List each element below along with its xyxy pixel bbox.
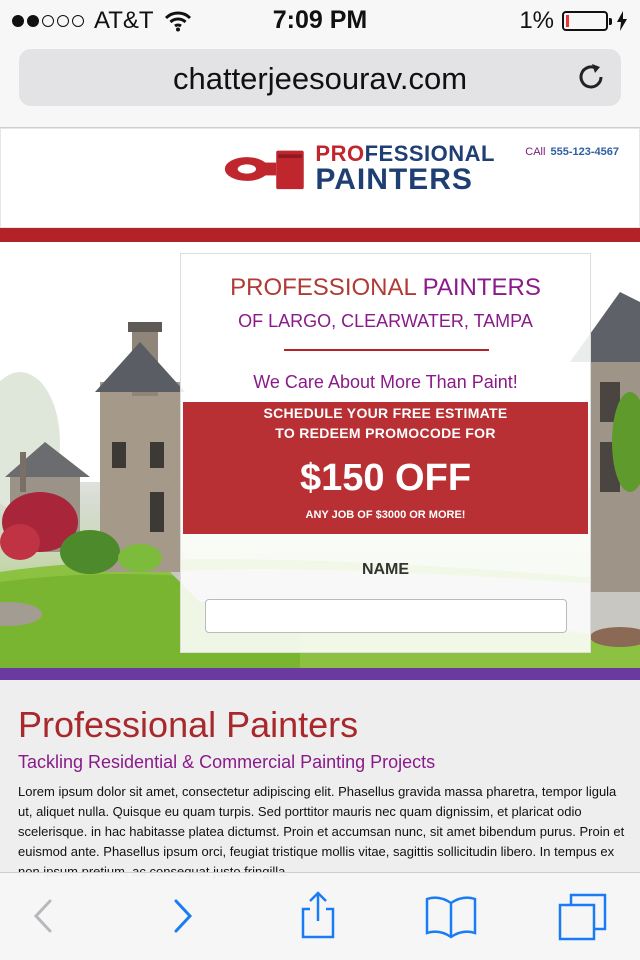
offer-amount: $150 OFF — [299, 457, 472, 499]
url-text[interactable]: chatterjeesourav.com — [19, 61, 621, 97]
bookmarks-icon — [425, 896, 477, 939]
section-divider — [0, 668, 640, 680]
schedule-line-1: SCHEDULE YOUR FREE ESTIMATE — [263, 405, 508, 421]
battery-status: 1% — [519, 7, 628, 35]
logo-professional-text: PROFESSIONAL — [315, 141, 495, 166]
promo-divider — [284, 349, 489, 351]
site-logo[interactable]: PROFESSIONAL PAINTERS — [223, 143, 495, 195]
promo-card: PROFESSIONAL PAINTERS OF LARGO, CLEARWAT… — [180, 253, 591, 653]
back-icon — [33, 899, 52, 933]
offer-note: ANY JOB OF $3000 OR MORE! — [305, 509, 466, 521]
call-info[interactable]: CAll 555-123-4567 — [525, 146, 619, 158]
forward-button[interactable] — [156, 889, 210, 943]
charging-icon — [617, 11, 627, 31]
site-header: PROFESSIONAL PAINTERS CAll 555-123-4567 — [0, 128, 640, 228]
logo-painters-text: PAINTERS — [315, 163, 473, 196]
call-label: CAll — [525, 146, 546, 158]
promo-tagline: We Care About More Than Paint! — [253, 372, 518, 392]
promo-title: PROFESSIONAL PAINTERS — [230, 274, 541, 301]
call-number[interactable]: 555-123-4567 — [550, 146, 619, 158]
battery-percent: 1% — [519, 7, 554, 34]
share-button[interactable] — [291, 889, 345, 943]
back-button[interactable] — [16, 889, 70, 943]
name-input[interactable] — [205, 599, 567, 633]
browser-address-area: chatterjeesourav.com — [0, 40, 640, 128]
tabs-icon — [558, 893, 607, 941]
address-bar[interactable]: chatterjeesourav.com — [19, 49, 621, 106]
tabs-button[interactable] — [556, 889, 610, 943]
share-icon — [301, 891, 335, 939]
promo-offer-panel: SCHEDULE YOUR FREE ESTIMATE TO REDEEM PR… — [183, 402, 588, 534]
paintbrush-icon — [224, 150, 304, 190]
browser-toolbar — [0, 872, 640, 960]
reload-icon[interactable] — [575, 61, 607, 93]
name-label: NAME — [361, 561, 410, 578]
schedule-line-2: TO REDEEM PROMOCODE FOR — [275, 425, 496, 441]
battery-icon — [562, 11, 612, 31]
content-subheading: Tackling Residential & Commercial Painti… — [18, 752, 436, 772]
content-body: Lorem ipsum dolor sit amet, consectetur … — [18, 784, 625, 879]
bookmarks-button[interactable] — [424, 889, 478, 943]
promo-subtitle: OF LARGO, CLEARWATER, TAMPA — [238, 311, 533, 331]
forward-icon — [174, 899, 193, 933]
status-bar: AT&T 7:09 PM 1% — [0, 0, 640, 40]
content-heading: Professional Painters — [18, 704, 359, 745]
header-divider — [0, 228, 640, 242]
